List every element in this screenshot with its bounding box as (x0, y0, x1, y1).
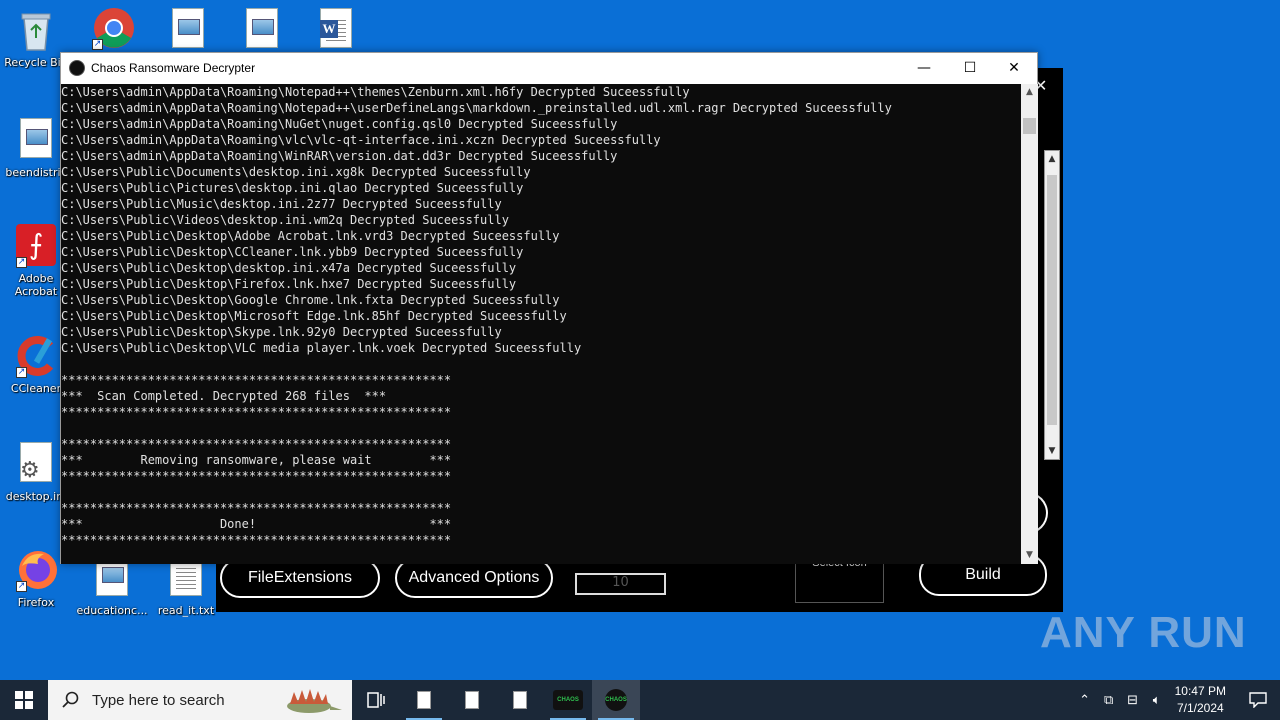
firefox-label: Firefox (17, 596, 55, 609)
settings-file-icon: ⚙ (16, 442, 56, 486)
scroll-up-icon[interactable]: ▲ (1045, 151, 1059, 167)
desktop-icon-chrome[interactable]: ↗ (76, 6, 148, 54)
dinosaur-search-highlight-icon (274, 684, 344, 716)
taskbar-app-file-2[interactable] (448, 680, 496, 720)
search-placeholder: Type here to search (92, 691, 225, 709)
volume-icon[interactable]: 🔈︎ (1145, 693, 1169, 708)
scroll-down-icon[interactable]: ▼ (1045, 443, 1059, 459)
number-input[interactable]: 10 (575, 573, 666, 595)
image-file-icon (16, 118, 56, 162)
anyrun-watermark: ANY RUN (1040, 608, 1247, 657)
search-icon (62, 691, 80, 709)
read-it-label: read_it.txt (157, 604, 215, 617)
console-output: C:\Users\admin\AppData\Roaming\Notepad++… (61, 85, 892, 547)
window-title: Chaos Ransomware Decrypter (91, 61, 256, 75)
maximize-button[interactable]: ☐ (947, 53, 993, 83)
shortcut-arrow-icon: ↗ (92, 39, 103, 50)
scroll-up-icon[interactable]: ▲ (1021, 84, 1038, 101)
windows-logo-icon (15, 691, 33, 709)
chaos-icon: CHAOS (605, 689, 627, 711)
task-view-button[interactable] (352, 680, 400, 720)
clock-time: 10:47 PM (1174, 684, 1226, 698)
chaos-app-icon (69, 60, 85, 76)
network-icon[interactable]: ⊟ (1121, 693, 1145, 708)
scrollbar-thumb[interactable] (1047, 175, 1057, 425)
educationc-label: educationc... (76, 604, 148, 617)
shortcut-arrow-icon: ↗ (16, 257, 27, 268)
taskbar-app-chaos-builder[interactable]: CHAOS (544, 680, 592, 720)
document-icon (465, 691, 479, 709)
task-view-icon (367, 692, 385, 708)
adobe-acrobat-icon: ⨍ ↗ (16, 224, 56, 268)
chevron-up-icon[interactable]: ⌃ (1073, 693, 1097, 708)
file-extensions-button[interactable]: FileExtensions (220, 558, 380, 598)
start-button[interactable] (0, 680, 48, 720)
ccleaner-icon: ↗ (16, 334, 56, 378)
scroll-down-icon[interactable]: ▼ (1021, 547, 1038, 564)
advanced-options-button[interactable]: Advanced Options (395, 558, 553, 598)
shortcut-arrow-icon: ↗ (16, 367, 27, 378)
desktop-icon-educationc[interactable]: educationc... (76, 556, 148, 617)
document-icon (513, 691, 527, 709)
desktop-icon-read-it[interactable]: read_it.txt (150, 556, 222, 617)
firefox-icon: ↗ (16, 548, 57, 592)
chrome-icon: ↗ (92, 6, 134, 50)
notifications-button[interactable] (1236, 680, 1280, 720)
recycle-bin-icon (16, 8, 56, 52)
scrollbar-thumb[interactable] (1023, 118, 1036, 134)
console-output-area[interactable]: C:\Users\admin\AppData\Roaming\Notepad++… (61, 84, 1021, 564)
minimize-button[interactable]: — (901, 53, 947, 83)
close-button[interactable]: ✕ (991, 53, 1037, 83)
document-icon (417, 691, 431, 709)
taskbar-search-box[interactable]: Type here to search (48, 680, 352, 720)
taskbar: Type here to search CHAOS CHAOS ⌃ ⧉ ⊟ 🔈︎… (0, 680, 1280, 720)
decrypter-window: Chaos Ransomware Decrypter — ☐ ✕ C:\User… (60, 52, 1038, 564)
system-tray: ⌃ ⧉ ⊟ 🔈︎ 10:47 PM 7/1/2024 (1073, 680, 1280, 720)
taskbar-app-file-3[interactable] (496, 680, 544, 720)
word-document-icon: W (316, 8, 356, 52)
builder-scrollbar[interactable]: ▲ ▼ (1044, 150, 1060, 460)
image-file-icon (168, 8, 208, 52)
desktop-icon-image-file-2[interactable] (226, 8, 298, 56)
image-file-icon (242, 8, 282, 52)
taskbar-app-file-1[interactable] (400, 680, 448, 720)
notification-icon (1249, 692, 1267, 708)
taskbar-app-chaos-decrypter[interactable]: CHAOS (592, 680, 640, 720)
clock-date: 7/1/2024 (1176, 701, 1224, 715)
chaos-icon: CHAOS (553, 690, 583, 710)
desktop-icon-image-file-1[interactable] (152, 8, 224, 56)
console-scrollbar[interactable]: ▲ ▼ (1021, 84, 1038, 564)
shortcut-arrow-icon: ↗ (16, 581, 27, 592)
title-bar[interactable]: Chaos Ransomware Decrypter — ☐ ✕ (61, 53, 1037, 83)
meet-now-icon[interactable]: ⧉ (1097, 693, 1121, 708)
desktop-icon-word-doc[interactable]: W (300, 8, 372, 56)
clock[interactable]: 10:47 PM 7/1/2024 (1175, 683, 1226, 717)
